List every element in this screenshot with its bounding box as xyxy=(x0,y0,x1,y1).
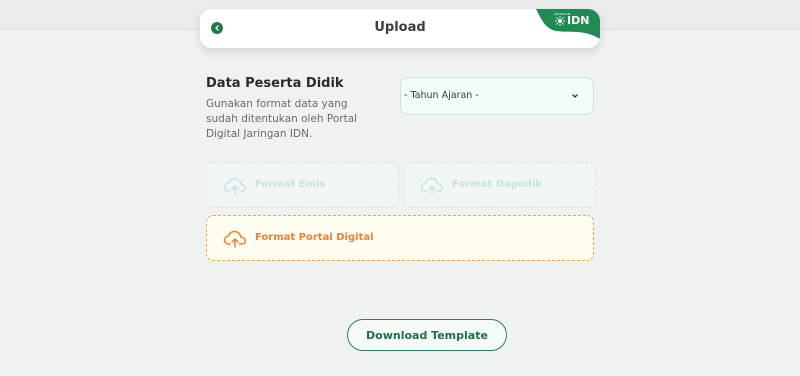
academic-year-select[interactable]: - Tahun Ajaran - xyxy=(400,77,594,115)
format-emis-option[interactable]: Format Emis xyxy=(206,162,399,208)
format-dapodik-option[interactable]: Format Dapodik xyxy=(403,162,596,208)
header-bar: Upload JARINGAN IDN xyxy=(200,9,600,48)
cloud-upload-icon xyxy=(420,177,443,195)
section-description: Gunakan format data yang sudah ditentuka… xyxy=(206,98,358,140)
download-template-button[interactable]: Download Template xyxy=(347,319,507,351)
cloud-upload-icon xyxy=(223,230,246,248)
format-dapodik-label: Format Dapodik xyxy=(452,179,542,190)
cloud-upload-icon xyxy=(223,177,246,195)
format-portal-digital-option[interactable]: Format Portal Digital xyxy=(206,215,594,261)
sun-icon xyxy=(555,16,565,26)
section-title: Data Peserta Didik xyxy=(206,76,344,91)
brand-logo: JARINGAN IDN xyxy=(534,9,600,39)
select-value: - Tahun Ajaran - xyxy=(404,90,479,101)
chevron-down-icon xyxy=(572,94,578,98)
format-portal-digital-label: Format Portal Digital xyxy=(255,232,374,243)
brand-name: IDN xyxy=(567,14,590,27)
format-emis-label: Format Emis xyxy=(255,179,326,190)
